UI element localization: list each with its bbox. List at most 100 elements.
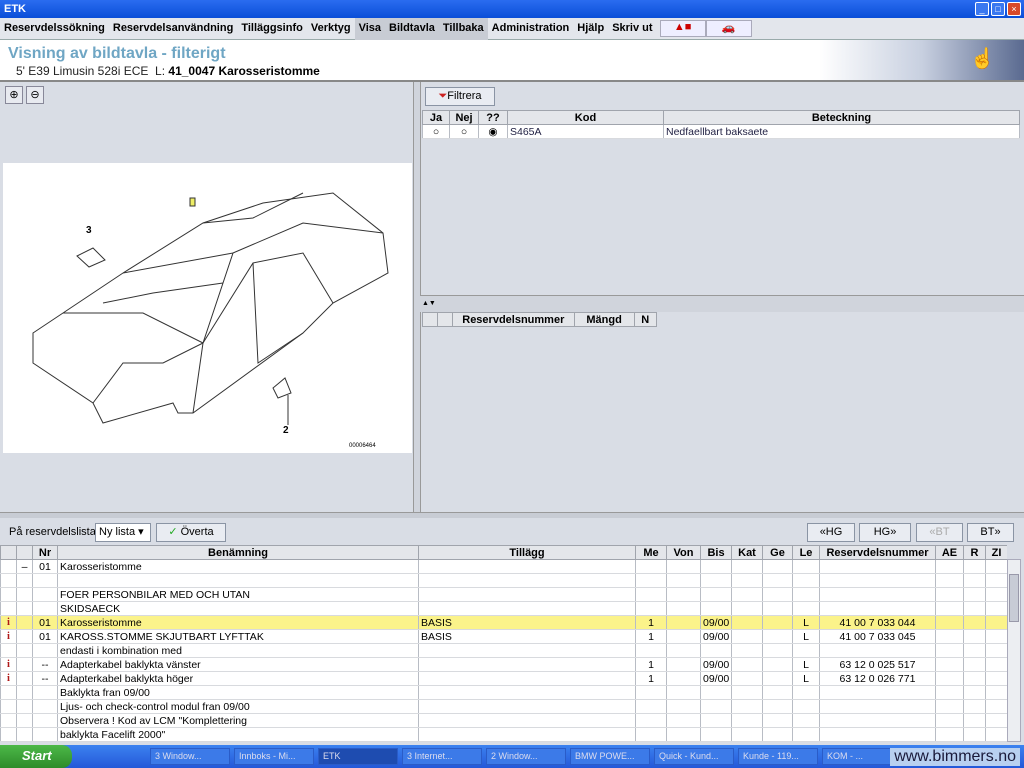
col-beteckning[interactable]: Beteckning xyxy=(663,110,1020,125)
menu-tillbaka[interactable]: Tillbaka xyxy=(438,18,488,40)
menu-reservdelsanvandning[interactable]: Reservdelsanvändning xyxy=(109,18,237,40)
radio-nej[interactable]: ○ xyxy=(449,124,479,139)
table-row[interactable]: i -- Adapterkabel baklykta höger 1 09/00 L 63 … xyxy=(0,671,1007,686)
table-row[interactable]: endasti i kombination med xyxy=(0,643,1007,658)
taskbar-item[interactable]: Quick - Kund... xyxy=(654,748,734,765)
col-blank2 xyxy=(436,312,453,327)
radio-ja[interactable]: ○ xyxy=(422,124,450,139)
menu-verktyg[interactable]: Verktyg xyxy=(307,18,355,40)
le-cell xyxy=(792,601,820,616)
col-reservdelsnummer[interactable]: Reservdelsnummer xyxy=(819,545,936,560)
taskbar-item[interactable]: Kunde - 119... xyxy=(738,748,818,765)
table-row[interactable]: i 01 KAROSS.STOMME SKJUTBART LYFTTAK BASIS 1… xyxy=(0,629,1007,644)
menu-hjalp[interactable]: Hjälp xyxy=(573,18,608,40)
zi-cell xyxy=(985,727,1007,742)
col-ae[interactable]: AE xyxy=(935,545,964,560)
callout-3[interactable]: 3 xyxy=(86,225,92,236)
scrollbar-thumb[interactable] xyxy=(1009,574,1019,622)
radio-unknown[interactable]: ◉ xyxy=(478,124,508,139)
zoom-in-button[interactable]: ⊕ xyxy=(5,86,23,104)
list-select[interactable]: Ny lista ▾ xyxy=(95,523,151,542)
horizontal-splitter[interactable]: ▲▼ xyxy=(420,295,1024,312)
taskbar-item[interactable]: 2 Window... xyxy=(486,748,566,765)
table-row[interactable]: i -- Adapterkabel baklykta vänster 1 09/00 L 6… xyxy=(0,657,1007,672)
tillagg-cell xyxy=(418,671,636,686)
col-kat[interactable]: Kat xyxy=(731,545,763,560)
table-row[interactable]: Baklykta fran 09/00 xyxy=(0,685,1007,700)
car-icon[interactable]: 🚗 xyxy=(705,20,752,37)
next-bt-button[interactable]: BT» xyxy=(967,523,1014,542)
info-icon[interactable]: i xyxy=(0,629,17,644)
taskbar-item[interactable]: BMW POWE... xyxy=(570,748,650,765)
taskbar-item[interactable]: ETK xyxy=(318,748,398,765)
von-cell xyxy=(666,559,701,574)
maximize-button[interactable]: □ xyxy=(991,2,1005,16)
zoom-out-button[interactable]: ⊖ xyxy=(26,86,44,104)
col-ja[interactable]: Ja xyxy=(422,110,450,125)
menu-tillaggsinfo[interactable]: Tilläggsinfo xyxy=(237,18,307,40)
nr-cell: -- xyxy=(32,671,58,686)
col-n[interactable]: N xyxy=(633,312,658,327)
table-row[interactable]: i 01 Karosseristomme BASIS 1 09/00 L 41 00 7 03… xyxy=(0,615,1007,630)
r-cell xyxy=(963,657,986,672)
parts-illustration[interactable]: 3 2 00006464 xyxy=(3,163,412,453)
menu-visa[interactable]: Visa xyxy=(354,18,386,40)
col-blank1 xyxy=(422,312,438,327)
menu-bildtavla[interactable]: Bildtavla xyxy=(385,18,439,40)
info-icon[interactable]: i xyxy=(0,657,17,672)
col-nej[interactable]: Nej xyxy=(449,110,479,125)
minimize-button[interactable]: _ xyxy=(975,2,989,16)
col-mangd[interactable]: Mängd xyxy=(573,312,635,327)
filter-button[interactable]: ⏷Filtrera xyxy=(425,87,495,106)
next-hg-button[interactable]: HG» xyxy=(859,523,911,542)
table-row[interactable]: SKIDSAECK xyxy=(0,601,1007,616)
col-zi[interactable]: ZI xyxy=(985,545,1007,560)
expand-cell xyxy=(16,601,33,616)
warning-icon[interactable]: ▲■ xyxy=(659,20,706,37)
taskbar-item[interactable]: 3 Window... xyxy=(150,748,230,765)
info-icon[interactable]: i xyxy=(0,615,17,630)
col-info[interactable] xyxy=(0,545,17,560)
info-cell xyxy=(0,727,17,742)
col-le[interactable]: Le xyxy=(792,545,820,560)
col-bis[interactable]: Bis xyxy=(700,545,732,560)
col-von[interactable]: Von xyxy=(666,545,701,560)
prev-bt-button[interactable]: «BT xyxy=(916,523,963,542)
expand-cell xyxy=(16,629,33,644)
accept-button[interactable]: ✓ Överta xyxy=(156,523,226,542)
menu-administration[interactable]: Administration xyxy=(488,18,574,40)
close-button[interactable]: × xyxy=(1007,2,1021,16)
menu-skriv-ut[interactable]: Skriv ut xyxy=(608,18,656,40)
col-unknown[interactable]: ?? xyxy=(478,110,508,125)
table-row[interactable]: FOER PERSONBILAR MED OCH UTAN xyxy=(0,587,1007,602)
taskbar: Start 3 Window... Innboks - Mi... ETK 3 Int… xyxy=(0,745,1024,768)
col-nr[interactable]: Nr xyxy=(32,545,58,560)
col-reservdelsnummer[interactable]: Reservdelsnummer xyxy=(451,312,575,327)
info-icon[interactable]: i xyxy=(0,671,17,686)
col-tillagg[interactable]: Tillägg xyxy=(418,545,636,560)
check-icon: ✓ xyxy=(168,526,178,538)
col-benamning[interactable]: Benämning xyxy=(57,545,419,560)
bis-cell: 09/00 xyxy=(700,671,732,686)
hand-cursor-icon: ☝ xyxy=(970,48,995,70)
start-button[interactable]: Start xyxy=(0,745,72,768)
table-row[interactable] xyxy=(0,573,1007,588)
kat-cell xyxy=(731,615,763,630)
taskbar-item[interactable]: 3 Internet... xyxy=(402,748,482,765)
col-me[interactable]: Me xyxy=(635,545,667,560)
taskbar-item[interactable]: Innboks - Mi... xyxy=(234,748,314,765)
col-kod[interactable]: Kod xyxy=(507,110,664,125)
col-r[interactable]: R xyxy=(963,545,986,560)
ge-cell xyxy=(762,727,793,742)
table-row[interactable]: Observera ! Kod av LCM "Komplettering xyxy=(0,713,1007,728)
menu-reservdelssokning[interactable]: Reservdelssökning xyxy=(0,18,109,40)
table-row[interactable]: –01 Karosseristomme xyxy=(0,559,1007,574)
vertical-scrollbar[interactable] xyxy=(1007,559,1021,742)
col-ge[interactable]: Ge xyxy=(762,545,793,560)
nr-cell xyxy=(32,573,58,588)
col-expand[interactable] xyxy=(16,545,33,560)
callout-2[interactable]: 2 xyxy=(283,425,289,436)
table-row[interactable]: Ljus- och check-control modul fran 09/00 xyxy=(0,699,1007,714)
table-row[interactable]: baklykta Facelift 2000" xyxy=(0,727,1007,742)
prev-hg-button[interactable]: «HG xyxy=(807,523,855,542)
